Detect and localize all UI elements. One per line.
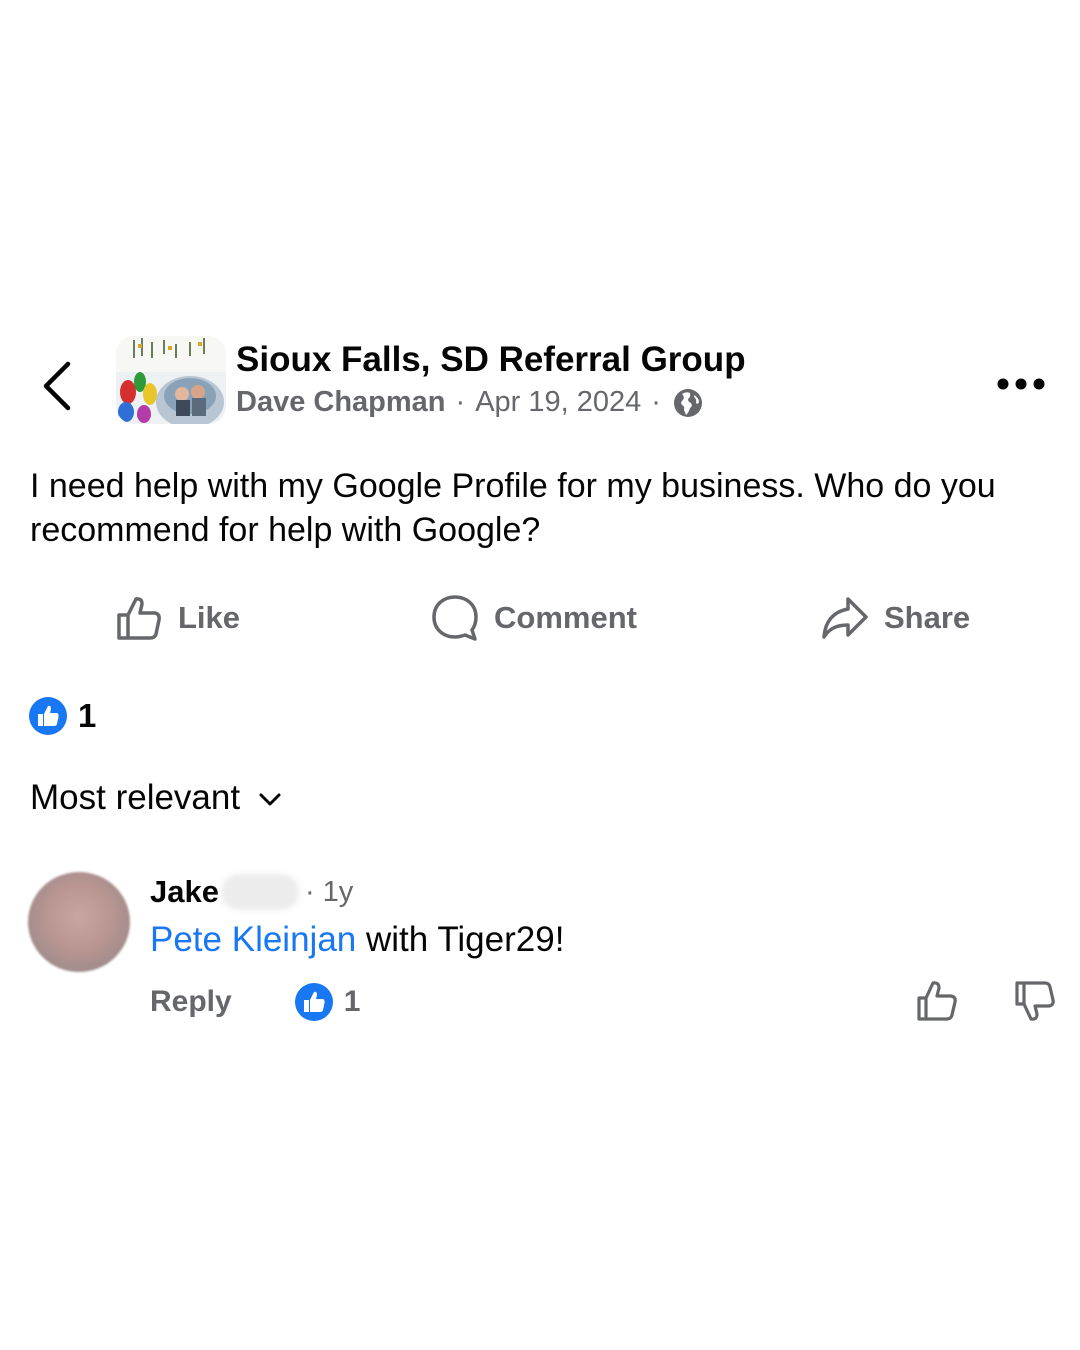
downvote-icon[interactable]: [1012, 978, 1058, 1024]
comment-bubble-icon: [432, 595, 478, 641]
more-options-icon[interactable]: [996, 374, 1046, 394]
like-button[interactable]: Like: [114, 590, 240, 646]
post-action-bar: Like Comment Share: [0, 590, 1080, 646]
mention-link[interactable]: Pete Kleinjan: [150, 920, 356, 959]
group-avatar[interactable]: [116, 336, 226, 424]
thumbs-up-icon: [117, 597, 161, 640]
comment-body-text: with Tiger29!: [356, 920, 565, 959]
meta-separator: ·: [651, 386, 661, 418]
group-name[interactable]: Sioux Falls, SD Referral Group: [236, 340, 746, 380]
post-meta: Dave Chapman · Apr 19, 2024 ·: [236, 386, 703, 419]
share-button[interactable]: Share: [820, 590, 970, 646]
reaction-summary[interactable]: 1: [28, 696, 96, 736]
commenter-avatar[interactable]: [28, 872, 130, 972]
comment-header: Jake · 1y: [150, 872, 353, 912]
upvote-icon[interactable]: [914, 978, 960, 1024]
post-author[interactable]: Dave Chapman: [236, 386, 446, 419]
comment-timestamp[interactable]: · 1y: [305, 876, 353, 909]
like-reaction-icon: [29, 697, 67, 735]
comment-text: Pete Kleinjan with Tiger29!: [150, 920, 564, 960]
sort-label: Most relevant: [30, 778, 241, 817]
comment-button[interactable]: Comment: [430, 590, 637, 646]
reaction-count: 1: [78, 697, 97, 734]
meta-separator: ·: [455, 386, 466, 418]
commenter-name[interactable]: Jake: [150, 874, 219, 910]
globe-icon: [673, 388, 702, 417]
chevron-down-icon: [259, 793, 281, 806]
comment-like-count: 1: [343, 985, 361, 1018]
comment-actions: Reply 1: [150, 982, 360, 1022]
redacted-surname: [220, 874, 299, 910]
share-label: Share: [884, 600, 971, 635]
post-date[interactable]: Apr 19, 2024: [475, 386, 641, 419]
back-arrow-icon[interactable]: [38, 358, 78, 414]
comment-sort-dropdown[interactable]: Most relevant: [30, 778, 284, 818]
share-arrow-icon: [822, 597, 868, 639]
like-reaction-icon[interactable]: [294, 982, 334, 1022]
like-label: Like: [178, 600, 241, 635]
post-header: Sioux Falls, SD Referral Group Dave Chap…: [0, 334, 1080, 429]
post-text: I need help with my Google Profile for m…: [30, 467, 996, 549]
comment-label: Comment: [494, 600, 637, 635]
reply-button[interactable]: Reply: [150, 985, 232, 1019]
